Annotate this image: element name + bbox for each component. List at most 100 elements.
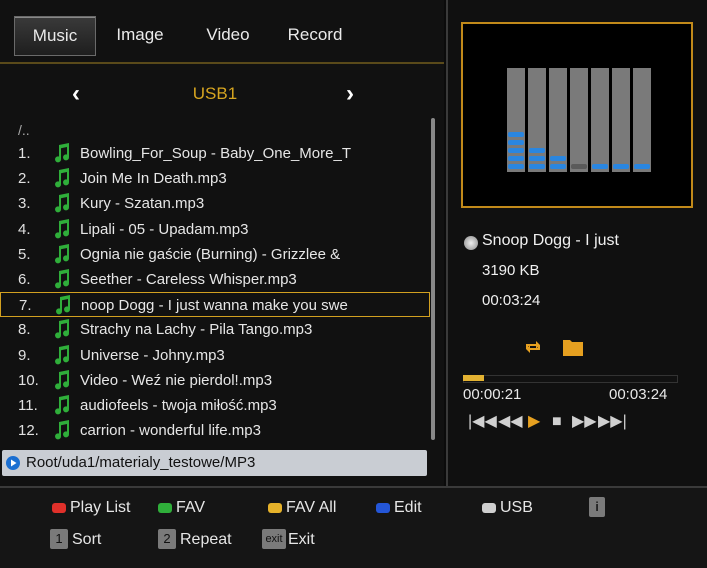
play-list-label: Play List xyxy=(70,499,131,516)
equalizer-segment xyxy=(550,156,566,161)
file-row[interactable]: 7. noop Dogg - I just wanna make you swe xyxy=(0,292,430,318)
rewind-button[interactable]: ◀◀ xyxy=(498,410,523,434)
fav-label: FAV xyxy=(176,499,206,516)
file-name: Ognia nie gaście (Burning) - Grizzlee & xyxy=(80,245,341,263)
key-1-icon: 1 xyxy=(50,529,68,549)
vertical-divider xyxy=(446,0,448,486)
chevron-left-icon[interactable]: ‹ xyxy=(66,74,86,114)
exit-label: Exit xyxy=(288,531,315,548)
file-number: 9. xyxy=(18,346,31,364)
file-name: Seether - Careless Whisper.mp3 xyxy=(80,271,297,288)
file-row[interactable]: 4. Lipali - 05 - Upadam.mp3 xyxy=(0,217,430,242)
previous-track-button[interactable]: |◀◀ xyxy=(468,410,497,434)
equalizer-segment xyxy=(571,164,587,169)
file-row[interactable]: 9. Universe - Johny.mp3 xyxy=(0,343,430,368)
file-number: 10. xyxy=(18,371,39,389)
file-name: Strachy na Lachy - Pila Tango.mp3 xyxy=(80,321,313,339)
track-title: Snoop Dogg - I just xyxy=(482,232,619,249)
total-time: 00:03:24 xyxy=(609,386,668,403)
equalizer-segment xyxy=(508,148,524,153)
file-row[interactable]: 3. Kury - Szatan.mp3 xyxy=(0,191,430,216)
info-icon[interactable]: i xyxy=(589,497,605,517)
equalizer-segment xyxy=(508,140,524,145)
tab-music[interactable]: Music xyxy=(14,16,96,56)
file-name: Video - Weź nie pierdol!.mp3 xyxy=(80,371,273,389)
edit-label: Edit xyxy=(394,499,422,516)
file-row[interactable]: 5. Ognia nie gaście (Burning) - Grizzlee … xyxy=(0,242,430,267)
chevron-right-icon[interactable]: › xyxy=(340,74,360,114)
music-note-icon xyxy=(55,218,70,238)
file-number: 8. xyxy=(18,321,31,339)
tab-image[interactable]: Image xyxy=(100,16,180,54)
music-note-icon xyxy=(55,168,70,188)
tab-record[interactable]: Record xyxy=(275,16,355,54)
path-bar: Root/uda1/materialy_testowe/MP3 xyxy=(2,450,427,476)
equalizer-band xyxy=(528,68,546,172)
equalizer-band xyxy=(549,68,567,172)
scrollbar[interactable] xyxy=(431,118,435,440)
file-row[interactable]: 10. Video - Weź nie pierdol!.mp3 xyxy=(0,368,430,393)
play-button[interactable]: ▶ xyxy=(528,410,540,434)
equalizer-segment xyxy=(634,164,650,169)
tab-video[interactable]: Video xyxy=(188,16,268,54)
play-circle-icon xyxy=(6,456,20,470)
usb-label: USB xyxy=(500,499,533,516)
file-row[interactable]: 2. Join Me In Death.mp3 xyxy=(0,166,430,191)
file-name: Universe - Johny.mp3 xyxy=(80,346,225,364)
file-number: 11. xyxy=(18,397,38,414)
equalizer-segment xyxy=(613,164,629,169)
file-row[interactable]: 8. Strachy na Lachy - Pila Tango.mp3 xyxy=(0,317,430,342)
equalizer-band xyxy=(570,68,588,172)
next-track-button[interactable]: ▶▶| xyxy=(598,410,627,434)
file-number: 4. xyxy=(18,220,31,238)
music-note-icon xyxy=(56,295,71,315)
music-note-icon xyxy=(55,420,70,440)
file-name: Join Me In Death.mp3 xyxy=(80,170,227,188)
music-note-icon xyxy=(55,143,70,163)
file-name: Bowling_For_Soup - Baby_One_More_T xyxy=(80,145,351,162)
file-name: Kury - Szatan.mp3 xyxy=(80,195,205,213)
file-row[interactable]: 12. carrion - wonderful life.mp3 xyxy=(0,418,430,443)
music-note-icon xyxy=(55,344,70,364)
current-time: 00:00:21 xyxy=(463,386,522,403)
current-path: Root/uda1/materialy_testowe/MP3 xyxy=(26,454,256,471)
music-note-icon xyxy=(55,269,70,289)
parent-dir-item[interactable]: /.. xyxy=(18,122,30,138)
exit-key-icon: exit xyxy=(262,529,286,549)
device-nav: ‹ USB1 › xyxy=(0,74,444,114)
white-key-icon xyxy=(482,503,496,513)
media-tabs: Music Image Video Record xyxy=(0,0,444,60)
music-note-icon xyxy=(55,369,70,390)
file-number: 2. xyxy=(18,170,31,188)
folder-icon[interactable] xyxy=(562,336,584,358)
equalizer-segment xyxy=(529,164,545,169)
red-key-icon xyxy=(52,503,66,513)
blue-key-icon xyxy=(376,503,390,513)
file-row[interactable]: 1. Bowling_For_Soup - Baby_One_More_T xyxy=(0,141,430,166)
file-name: audiofeels - twoja miłość.mp3 xyxy=(80,397,277,414)
file-number: 3. xyxy=(18,195,31,213)
equalizer-band xyxy=(612,68,630,172)
track-duration: 00:03:24 xyxy=(482,292,541,309)
track-size: 3190 KB xyxy=(482,262,540,279)
equalizer-segment xyxy=(529,148,545,153)
track-indicator-icon xyxy=(464,236,478,250)
equalizer-segment xyxy=(508,132,524,137)
stop-button[interactable]: ■ xyxy=(552,410,562,434)
file-number: 1. xyxy=(18,145,31,162)
music-note-icon xyxy=(55,193,70,213)
progress-track[interactable] xyxy=(463,375,678,383)
equalizer-band xyxy=(591,68,609,172)
file-row[interactable]: 6. Seether - Careless Whisper.mp3 xyxy=(0,267,430,292)
file-name: carrion - wonderful life.mp3 xyxy=(80,422,261,440)
equalizer-segment xyxy=(592,164,608,169)
file-row[interactable]: 11. audiofeels - twoja miłość.mp3 xyxy=(0,393,430,418)
divider xyxy=(0,62,444,64)
progress-fill xyxy=(463,375,485,381)
file-number: 7. xyxy=(19,297,32,315)
file-number: 6. xyxy=(18,271,31,288)
fav-all-label: FAV All xyxy=(286,499,337,516)
equalizer-band xyxy=(507,68,525,172)
repeat-icon[interactable] xyxy=(522,336,544,358)
fast-forward-button[interactable]: ▶▶ xyxy=(572,410,597,434)
